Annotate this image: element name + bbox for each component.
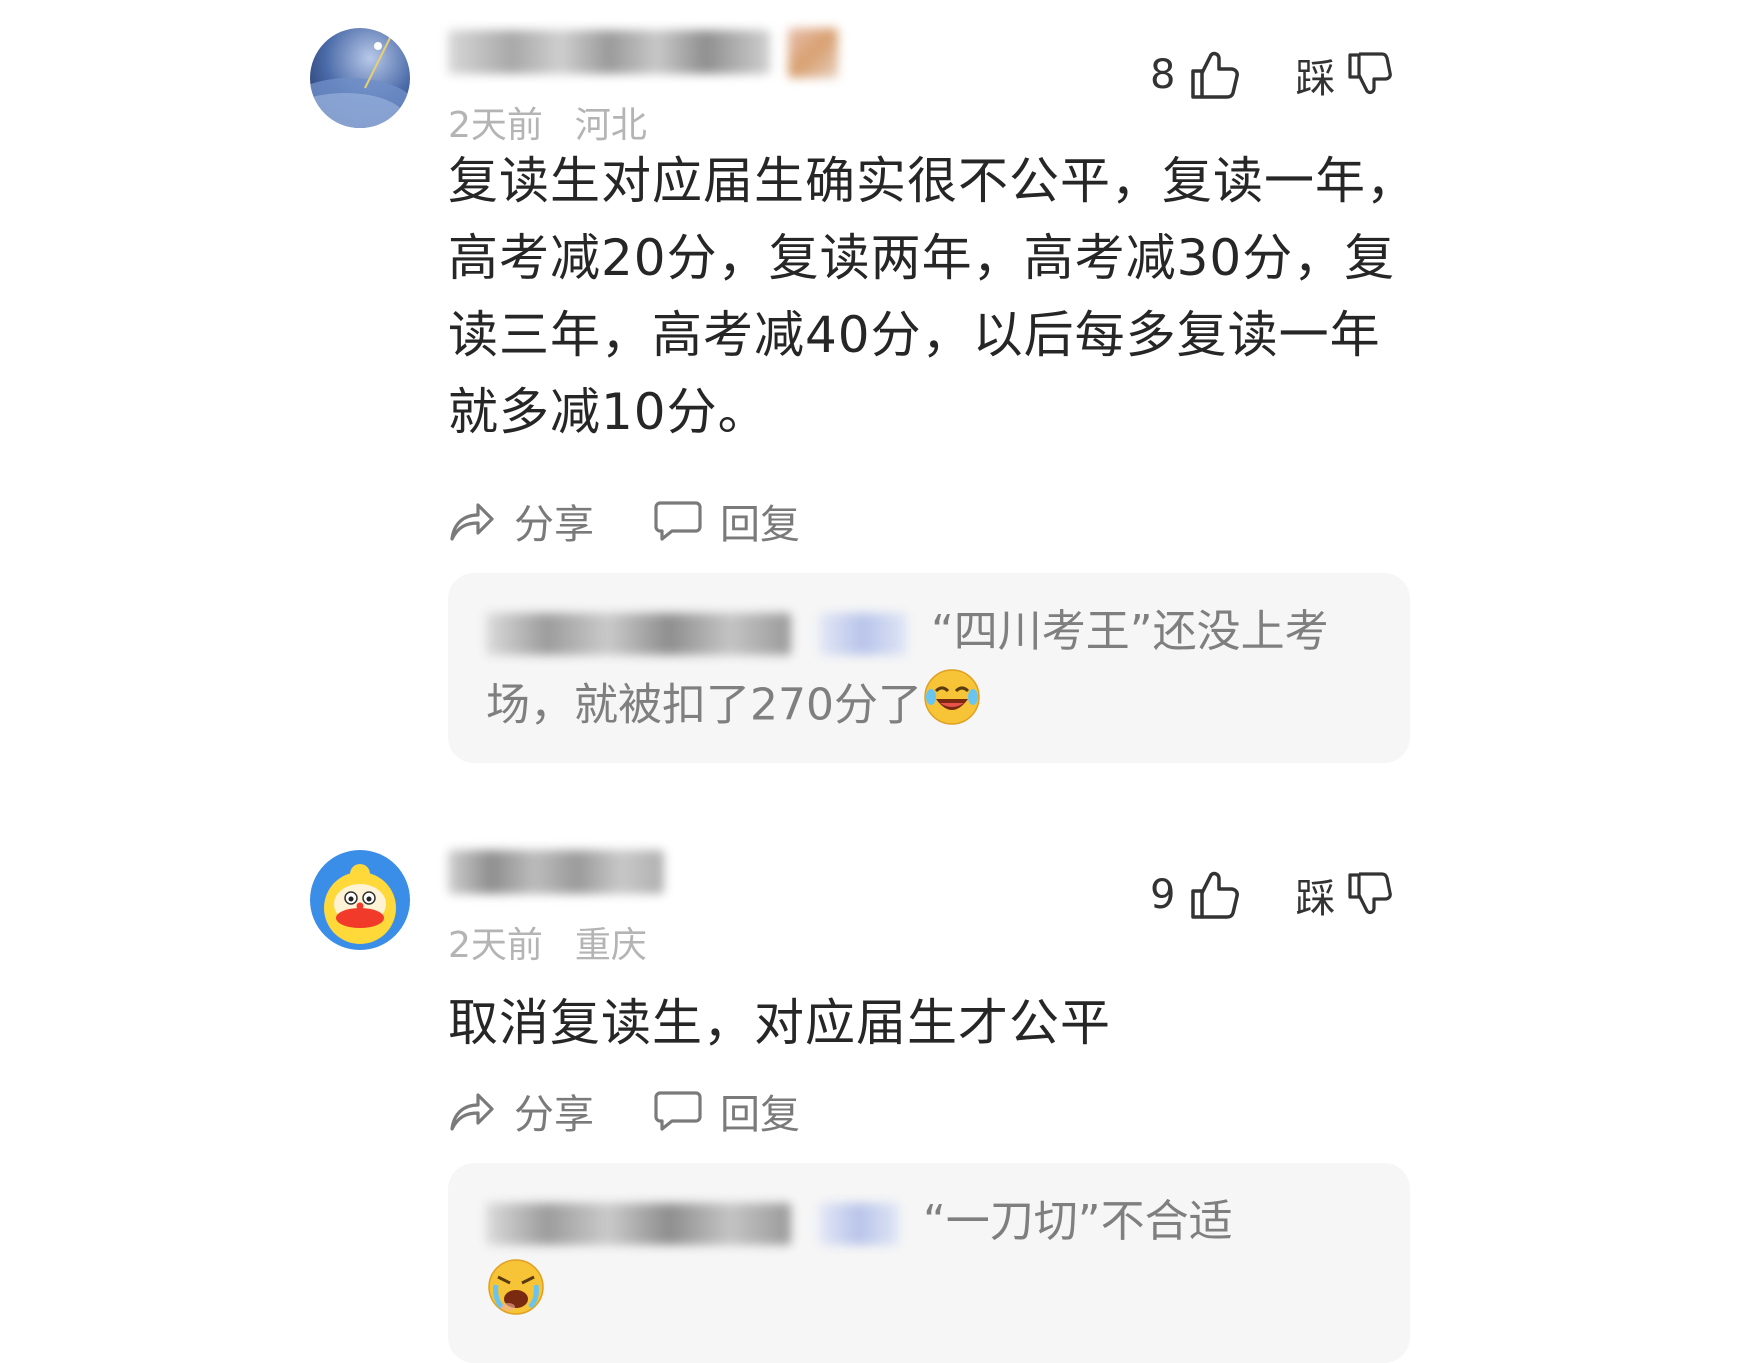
- thumbs-down-icon: [1348, 52, 1393, 95]
- vote-bar: 9 踩: [1150, 866, 1393, 924]
- comment-actions: 分享 回复: [448, 1082, 800, 1140]
- tread-button[interactable]: [1347, 871, 1393, 919]
- reply-label: 回复: [720, 502, 800, 548]
- thumbs-down-icon: [1348, 872, 1393, 915]
- comment-body: 取消复读生，对应届生才公平: [448, 994, 1111, 1052]
- comment-time: 2天前: [448, 925, 543, 966]
- crying-emoji-icon: [486, 1257, 546, 1338]
- username-redacted: [448, 850, 664, 894]
- reply-preview: “一刀切”不合适: [486, 1187, 1386, 1338]
- reply-username-redacted: [486, 613, 791, 655]
- comment-location: 河北: [574, 105, 647, 146]
- reply-username-redacted: [486, 1203, 791, 1245]
- user-badge-redacted: [788, 28, 838, 78]
- reply-author-tag-redacted: [819, 1203, 899, 1245]
- comment-bubble-icon: [654, 501, 702, 541]
- comment-meta: 2天前 重庆: [448, 916, 647, 968]
- like-button[interactable]: [1189, 869, 1241, 921]
- reply-preview-box[interactable]: “四川考王”还没上考场，就被扣了270分了: [448, 573, 1410, 763]
- reply-button[interactable]: 回复: [654, 1082, 800, 1140]
- thumbs-up-icon: [1191, 51, 1240, 99]
- share-icon: [450, 1093, 494, 1131]
- comment-time: 2天前: [448, 105, 543, 146]
- like-count: 8: [1150, 52, 1176, 98]
- earth-orbit-avatar-icon: [310, 28, 410, 128]
- comment-body: 复读生对应届生确实很不公平，复读一年，高考减20分，复读两年，高考减30分，复读…: [448, 152, 1417, 441]
- tread-label: 踩: [1295, 56, 1336, 102]
- tread-label: 踩: [1295, 876, 1336, 922]
- yellow-cartoon-avatar-icon: [310, 850, 410, 950]
- reply-preview: “四川考王”还没上考场，就被扣了270分了: [486, 597, 1386, 748]
- like-count: 9: [1150, 872, 1176, 918]
- share-icon: [450, 503, 494, 541]
- thumbs-up-icon: [1191, 871, 1240, 919]
- reply-preview-text: “一刀切”不合适: [923, 1196, 1233, 1247]
- vote-bar: 8 踩: [1150, 46, 1393, 104]
- comment-location: 重庆: [574, 925, 647, 966]
- avatar[interactable]: [310, 28, 410, 128]
- avatar[interactable]: [310, 850, 410, 950]
- comment-actions: 分享 回复: [448, 492, 800, 550]
- reply-preview-box[interactable]: “一刀切”不合适: [448, 1163, 1410, 1363]
- tread-button[interactable]: [1347, 51, 1393, 99]
- share-label: 分享: [514, 1092, 594, 1138]
- share-button[interactable]: 分享: [448, 1082, 594, 1140]
- share-label: 分享: [514, 502, 594, 548]
- laughing-tears-emoji-icon: [922, 667, 982, 748]
- reply-label: 回复: [720, 1092, 800, 1138]
- comment-meta: 2天前 河北: [448, 96, 647, 148]
- reply-author-tag-redacted: [819, 613, 907, 655]
- reply-button[interactable]: 回复: [654, 492, 800, 550]
- like-button[interactable]: [1189, 49, 1241, 101]
- share-button[interactable]: 分享: [448, 492, 594, 550]
- username-redacted: [448, 30, 770, 74]
- comment-bubble-icon: [654, 1091, 702, 1131]
